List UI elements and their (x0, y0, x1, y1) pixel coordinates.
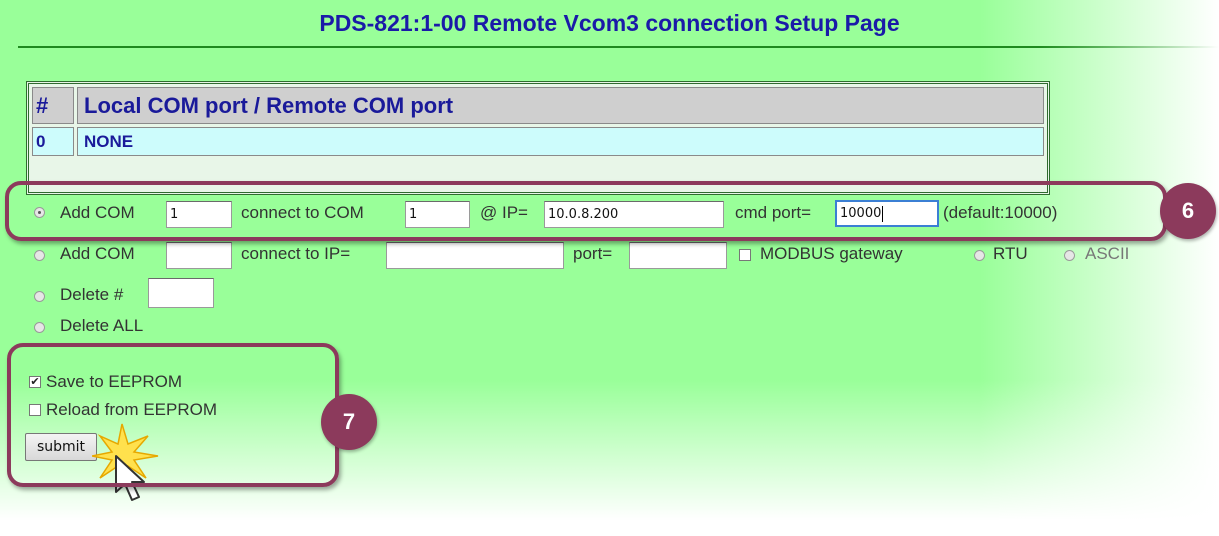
add-com-to-ip-radio[interactable] (34, 250, 45, 261)
com-port-table: # Local COM port / Remote COM port 0 NON… (26, 81, 1050, 195)
title-divider (18, 46, 1219, 48)
ascii-label: ASCII (1085, 244, 1130, 263)
page-title: PDS-821:1-00 Remote Vcom3 connection Set… (319, 10, 900, 36)
header-port-mapping: Local COM port / Remote COM port (77, 87, 1044, 124)
modbus-gateway-label: MODBUS gateway (760, 244, 903, 263)
row-port-mapping: NONE (77, 127, 1044, 156)
remote-port-input[interactable] (629, 242, 727, 269)
rtu-label: RTU (993, 244, 1028, 263)
step-6-badge: 6 (1160, 183, 1216, 239)
port-label: port= (573, 244, 613, 263)
connect-to-ip-label: connect to IP= (241, 244, 351, 263)
step-7-highlight (7, 343, 339, 487)
local-com-ip-input[interactable] (166, 242, 232, 269)
step-6-highlight (5, 181, 1167, 241)
delete-all-label: Delete ALL (60, 316, 144, 335)
delete-index-input[interactable] (148, 278, 214, 308)
add-com-ip-label: Add COM (60, 244, 135, 263)
table-header-row: # Local COM port / Remote COM port (32, 87, 1044, 124)
delete-all-radio[interactable] (34, 322, 45, 333)
table-row: 0 NONE (32, 127, 1044, 156)
row-number: 0 (32, 127, 74, 156)
delete-entry-radio[interactable] (34, 291, 45, 302)
ascii-radio[interactable] (1064, 250, 1075, 261)
remote-ip-input[interactable] (386, 242, 564, 269)
step-7-badge: 7 (321, 394, 377, 450)
modbus-gateway-checkbox[interactable] (739, 249, 751, 261)
rtu-radio[interactable] (974, 250, 985, 261)
delete-entry-label: Delete # (60, 285, 124, 304)
header-number: # (32, 87, 74, 124)
